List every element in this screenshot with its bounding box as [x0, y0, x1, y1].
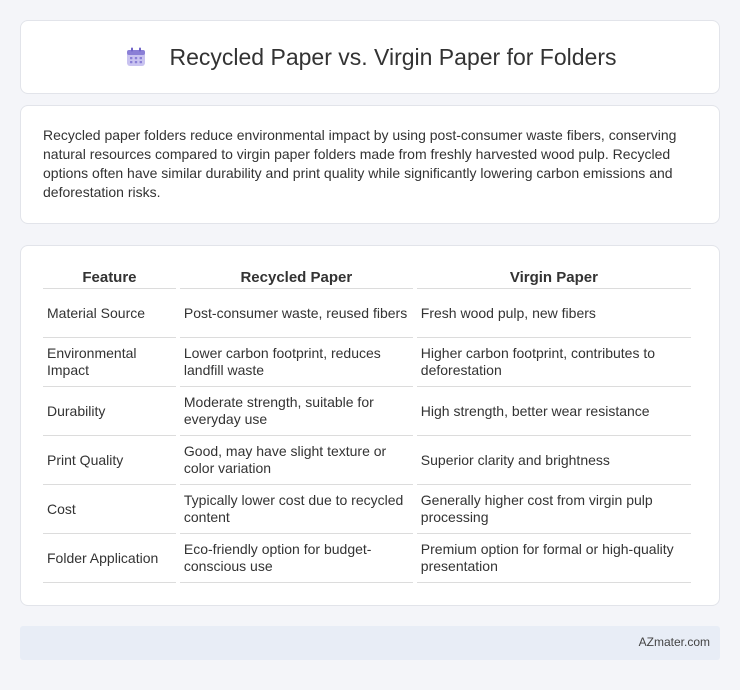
- table-row: Cost Typically lower cost due to recycle…: [43, 485, 691, 534]
- virgin-cell: Superior clarity and brightness: [416, 436, 691, 485]
- intro-card: Recycled paper folders reduce environmen…: [20, 105, 720, 224]
- virgin-cell: Generally higher cost from virgin pulp p…: [416, 485, 691, 534]
- table-header-row: Feature Recycled Paper Virgin Paper: [43, 266, 691, 289]
- calendar-icon: [126, 47, 145, 66]
- recycled-cell: Typically lower cost due to recycled con…: [179, 485, 413, 534]
- table-row: Environmental Impact Lower carbon footpr…: [43, 338, 691, 387]
- feature-cell: Material Source: [43, 289, 176, 338]
- table-row: Material Source Post-consumer waste, reu…: [43, 289, 691, 338]
- recycled-cell: Moderate strength, suitable for everyday…: [179, 387, 413, 436]
- virgin-cell: Higher carbon footprint, contributes to …: [416, 338, 691, 387]
- title-card: Recycled Paper vs. Virgin Paper for Fold…: [20, 20, 720, 94]
- virgin-cell: High strength, better wear resistance: [416, 387, 691, 436]
- footer-brand: AZmater.com: [638, 635, 710, 649]
- table-row: Folder Application Eco-friendly option f…: [43, 534, 691, 583]
- recycled-cell: Post-consumer waste, reused fibers: [179, 289, 413, 338]
- header-recycled-paper: Recycled Paper: [179, 266, 413, 289]
- table-row: Durability Moderate strength, suitable f…: [43, 387, 691, 436]
- feature-cell: Print Quality: [43, 436, 176, 485]
- intro-text: Recycled paper folders reduce environmen…: [43, 127, 677, 200]
- page-title: Recycled Paper vs. Virgin Paper for Fold…: [169, 43, 617, 70]
- feature-cell: Folder Application: [43, 534, 176, 583]
- footer-bar: AZmater.com: [20, 626, 720, 660]
- virgin-cell: Fresh wood pulp, new fibers: [416, 289, 691, 338]
- virgin-cell: Premium option for formal or high-qualit…: [416, 534, 691, 583]
- comparison-table-card: Feature Recycled Paper Virgin Paper Mate…: [20, 245, 720, 606]
- feature-cell: Cost: [43, 485, 176, 534]
- comparison-table: Feature Recycled Paper Virgin Paper Mate…: [39, 266, 695, 583]
- feature-cell: Environmental Impact: [43, 338, 176, 387]
- recycled-cell: Good, may have slight texture or color v…: [179, 436, 413, 485]
- recycled-cell: Eco-friendly option for budget-conscious…: [179, 534, 413, 583]
- header-feature: Feature: [43, 266, 176, 289]
- feature-cell: Durability: [43, 387, 176, 436]
- header-virgin-paper: Virgin Paper: [416, 266, 691, 289]
- recycled-cell: Lower carbon footprint, reduces landfill…: [179, 338, 413, 387]
- table-row: Print Quality Good, may have slight text…: [43, 436, 691, 485]
